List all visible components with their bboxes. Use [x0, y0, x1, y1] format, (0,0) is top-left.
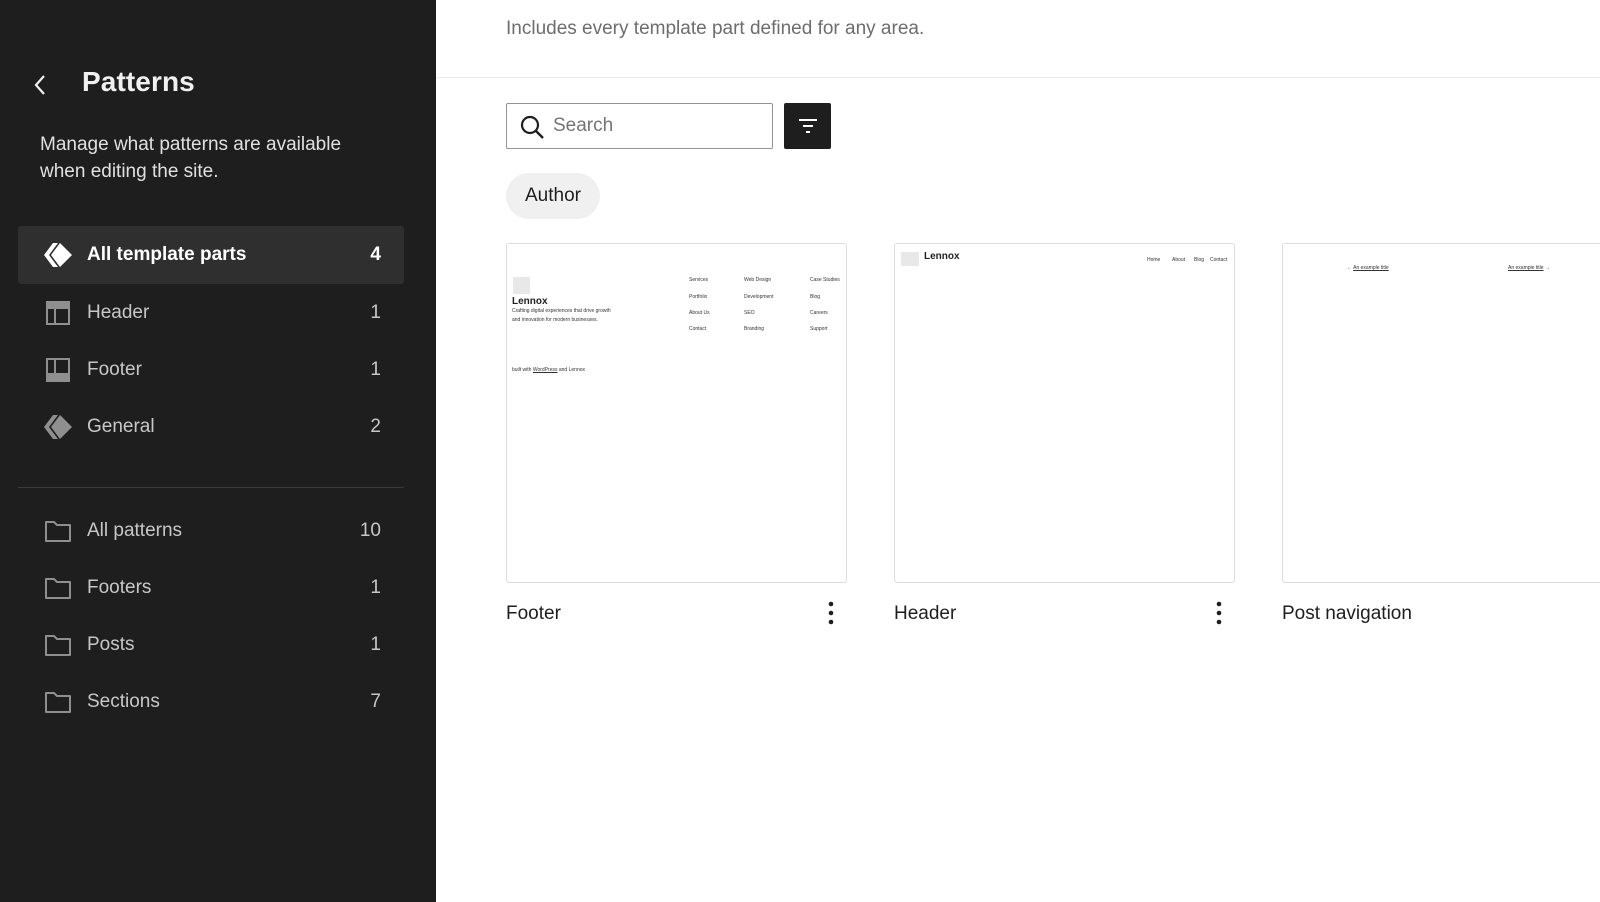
- sidebar-item-count: 1: [370, 634, 381, 655]
- preview-nav-link: Contact: [1210, 257, 1228, 263]
- pattern-preview[interactable]: Lennox Home About Blog Contact: [894, 243, 1235, 583]
- preview-credit: built with WordPress and Lennox: [512, 367, 586, 373]
- preview-next-link: An example title →: [1508, 265, 1550, 271]
- sidebar-item-count: 2: [370, 416, 381, 437]
- preview-link: SEO: [744, 310, 755, 316]
- sidebar-item-all-patterns[interactable]: All patterns 10: [18, 502, 404, 560]
- logo-placeholder-icon: [513, 277, 530, 294]
- preview-link: Portfolio: [689, 294, 708, 300]
- header-layout-icon: [42, 297, 74, 329]
- sidebar-item-posts[interactable]: Posts 1: [18, 616, 404, 674]
- sidebar-item-label: Sections: [87, 691, 160, 712]
- sidebar-item-footers[interactable]: Footers 1: [18, 559, 404, 617]
- more-actions-button[interactable]: [819, 597, 843, 629]
- sidebar: Patterns Manage what patterns are availa…: [0, 0, 436, 902]
- preview-link: Blog: [810, 294, 821, 300]
- search-input[interactable]: [553, 104, 763, 148]
- sidebar-item-count: 10: [359, 520, 381, 541]
- preview-link: Development: [744, 294, 774, 300]
- chevron-left-icon: [34, 75, 45, 95]
- sidebar-item-count: 7: [370, 691, 381, 712]
- sidebar-item-count: 1: [370, 302, 381, 323]
- symbol-icon: [42, 239, 74, 271]
- sidebar-item-label: General: [87, 416, 155, 437]
- preview-link: Branding: [744, 326, 765, 332]
- page-description: Includes every template part defined for…: [506, 18, 925, 39]
- preview-link: Services: [689, 277, 709, 283]
- preview-link: Careers: [810, 310, 828, 316]
- sidebar-title: Patterns: [82, 66, 195, 97]
- sidebar-item-label: Footers: [87, 577, 152, 598]
- preview-nav-link: Blog: [1194, 257, 1205, 263]
- preview-link: Web Design: [744, 277, 772, 283]
- search-field[interactable]: [506, 103, 773, 149]
- sidebar-item-count: 1: [370, 359, 381, 380]
- preview-link: Contact: [689, 326, 707, 332]
- preview-prev-link: ← An example title: [1347, 265, 1389, 271]
- back-button[interactable]: [28, 70, 52, 100]
- footer-layout-icon: [42, 354, 74, 386]
- preview-tagline: and innovation for modern businesses.: [512, 317, 598, 323]
- filter-button[interactable]: [784, 103, 831, 149]
- sidebar-item-label: Header: [87, 302, 150, 323]
- sidebar-item-sections[interactable]: Sections 7: [18, 673, 404, 731]
- sidebar-item-label: Posts: [87, 634, 135, 655]
- preview-nav-link: Home: [1147, 257, 1161, 263]
- symbol-icon: [42, 411, 74, 443]
- more-vertical-icon: [1216, 601, 1222, 625]
- sidebar-item-header[interactable]: Header 1: [18, 284, 404, 342]
- preview-link: Case Studies: [810, 277, 840, 283]
- folder-icon: [42, 629, 74, 661]
- sidebar-item-label: All patterns: [87, 520, 183, 541]
- preview-nav-link: About: [1172, 257, 1186, 263]
- preview-tagline: Crafting digital experiences that drive …: [512, 308, 611, 314]
- sidebar-item-all-template-parts[interactable]: All template parts 4: [18, 226, 404, 284]
- preview-link: Support: [810, 326, 828, 332]
- folder-icon: [42, 572, 74, 604]
- folder-icon: [42, 515, 74, 547]
- more-vertical-icon: [828, 601, 834, 625]
- header-divider: [436, 77, 1600, 78]
- sidebar-item-count: 4: [370, 244, 381, 265]
- sidebar-description: Manage what patterns are available when …: [40, 134, 342, 182]
- pattern-title: Footer: [506, 603, 561, 624]
- main-content: Includes every template part defined for…: [436, 0, 1600, 902]
- pattern-preview[interactable]: Lennox Crafting digital experiences that…: [506, 243, 847, 583]
- sidebar-item-general[interactable]: General 2: [18, 398, 404, 456]
- search-icon: [520, 115, 544, 139]
- sidebar-item-footer[interactable]: Footer 1: [18, 341, 404, 399]
- logo-placeholder-icon: [901, 252, 919, 266]
- preview-brand: Lennox: [924, 251, 960, 262]
- folder-icon: [42, 686, 74, 718]
- sidebar-item-label: Footer: [87, 359, 142, 380]
- author-filter-chip[interactable]: Author: [506, 173, 600, 219]
- preview-brand: Lennox: [512, 296, 548, 307]
- pattern-preview[interactable]: ← An example title An example title →: [1282, 243, 1600, 583]
- sidebar-item-count: 1: [370, 577, 381, 598]
- preview-link: About Us: [689, 310, 710, 316]
- pattern-title: Header: [894, 603, 957, 624]
- more-actions-button[interactable]: [1207, 597, 1231, 629]
- pattern-title: Post navigation: [1282, 603, 1412, 624]
- funnel-icon: [798, 119, 817, 133]
- sidebar-divider: [18, 487, 404, 488]
- sidebar-item-label: All template parts: [87, 244, 247, 265]
